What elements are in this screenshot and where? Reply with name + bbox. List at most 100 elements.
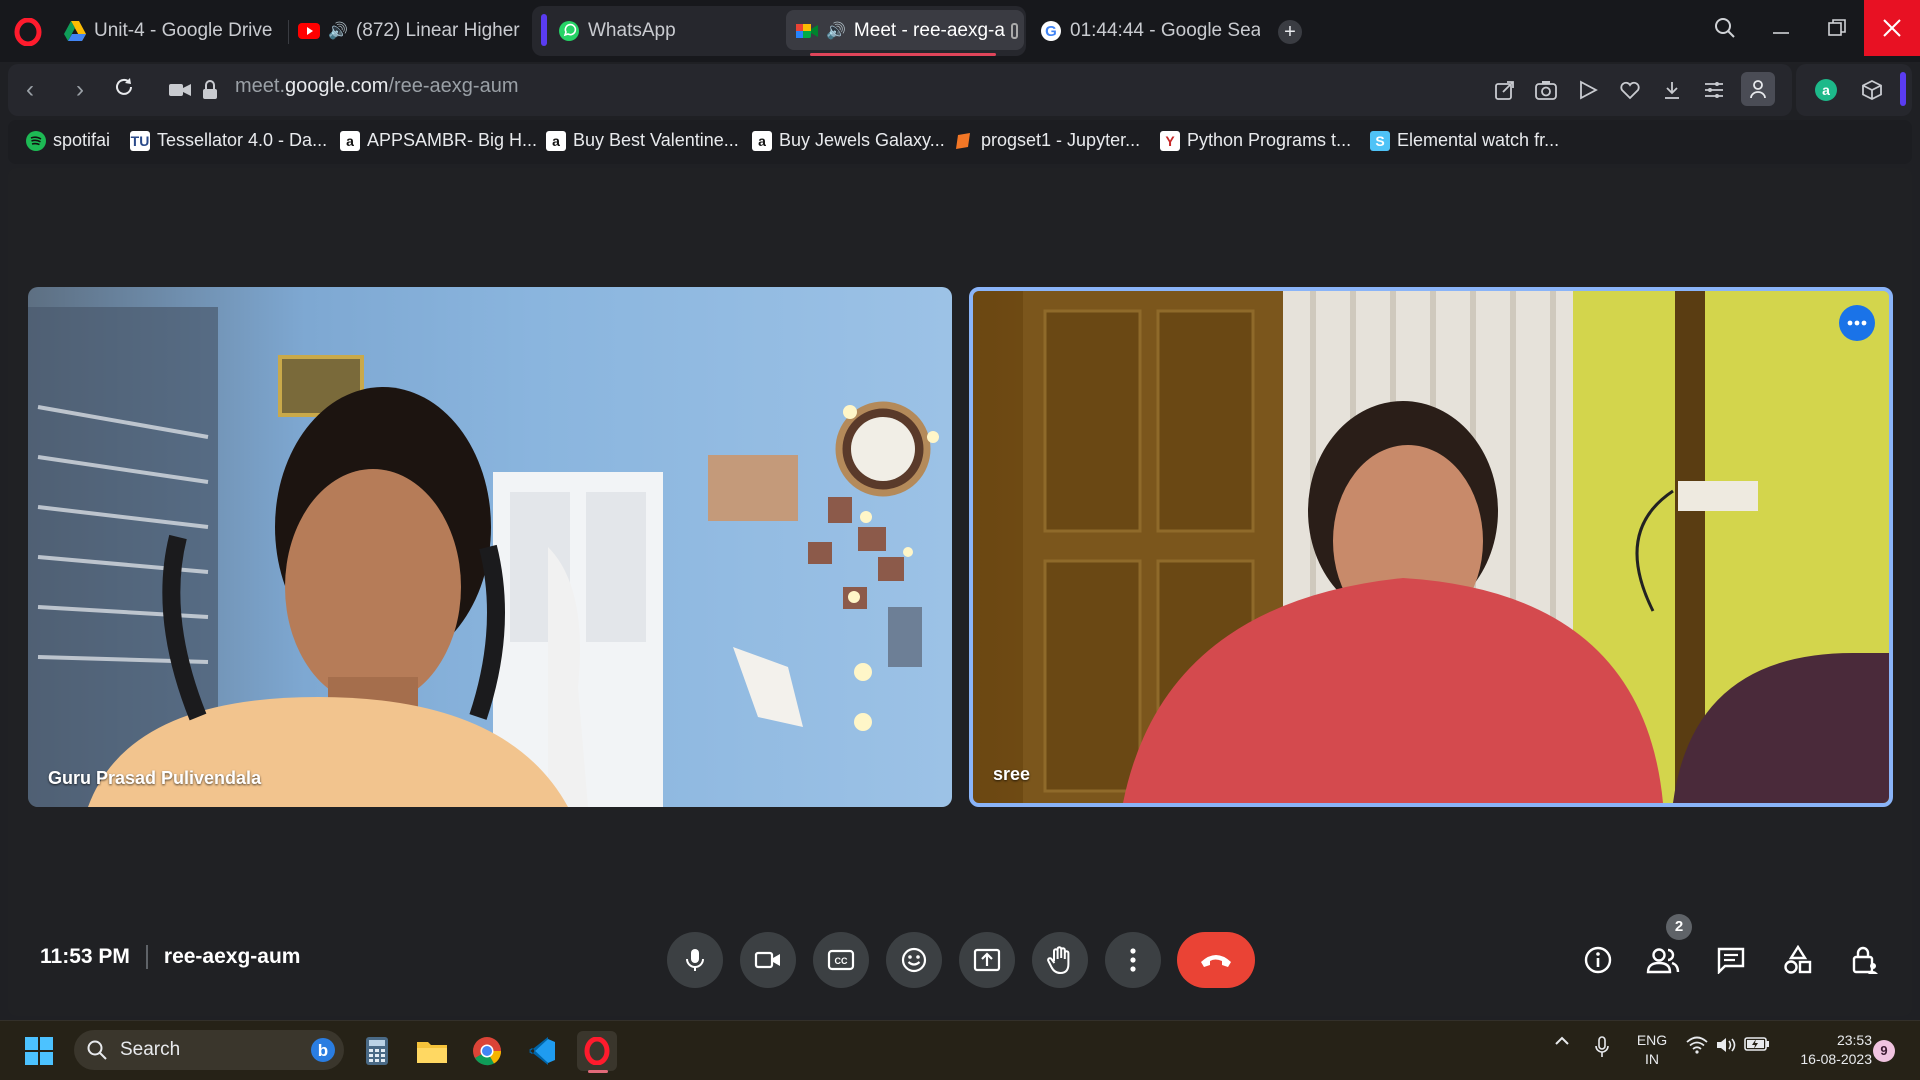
tab-meet[interactable]: 🔊 Meet - ree-aexg-a — [796, 10, 1018, 52]
elemental-icon: S — [1370, 130, 1390, 151]
search-tabs-icon[interactable] — [1697, 0, 1753, 56]
bookmark-python-programs[interactable]: Y Python Programs t... — [1160, 130, 1351, 151]
speaker-icon[interactable]: 🔊 — [328, 21, 348, 41]
send-icon[interactable] — [1574, 76, 1602, 104]
tab-snap-icon[interactable] — [1010, 23, 1018, 39]
minimize-button[interactable] — [1753, 0, 1809, 56]
bookmark-elemental[interactable]: S Elemental watch fr... — [1370, 130, 1559, 151]
extensions-cube-icon[interactable] — [1858, 76, 1886, 104]
wifi-icon[interactable] — [1684, 1036, 1710, 1054]
tab-group-indicator — [541, 14, 547, 46]
vertical-dots-icon — [1130, 948, 1136, 972]
active-app-indicator — [588, 1070, 608, 1073]
search-icon — [87, 1040, 107, 1060]
microphone-button[interactable] — [667, 932, 723, 988]
tab-separator — [288, 20, 289, 44]
google-drive-icon — [64, 20, 86, 42]
more-options-icon[interactable] — [1839, 305, 1875, 341]
camera-permission-icon[interactable] — [166, 76, 194, 104]
file-explorer-app-icon[interactable] — [412, 1031, 452, 1071]
participant-name: sree — [993, 764, 1031, 784]
language-indicator[interactable]: ENG IN — [1630, 1031, 1674, 1069]
more-options-button[interactable] — [1105, 932, 1161, 988]
bing-icon[interactable]: b — [310, 1037, 336, 1063]
present-button[interactable] — [959, 932, 1015, 988]
jupyter-icon — [954, 131, 974, 151]
chat-icon — [1717, 947, 1745, 974]
python-programs-icon: Y — [1160, 130, 1180, 151]
meeting-code: ree-aexg-aum — [163, 945, 301, 968]
tab-google-drive[interactable]: Unit-4 - Google Drive — [64, 10, 274, 52]
video-camera-icon — [754, 951, 780, 969]
captions-icon: CC — [827, 949, 855, 971]
microphone-tray-icon[interactable] — [1590, 1036, 1614, 1058]
reactions-button[interactable] — [886, 932, 942, 988]
meeting-details-button[interactable] — [1578, 940, 1618, 980]
tab-label: WhatsApp — [588, 20, 676, 41]
participant-tile-active-speaker[interactable]: sree — [969, 287, 1893, 807]
captions-button[interactable]: CC — [813, 932, 869, 988]
svg-text:b: b — [318, 1041, 328, 1060]
leave-call-button[interactable] — [1177, 932, 1255, 988]
calculator-app-icon[interactable] — [357, 1031, 397, 1071]
tab-label: (872) Linear Higher ( — [355, 20, 520, 41]
show-hidden-icons-chevron-icon[interactable] — [1551, 1036, 1573, 1046]
bookmark-tessellator[interactable]: TU Tessellator 4.0 - Da... — [130, 130, 327, 151]
tab-whatsapp[interactable]: WhatsApp — [558, 10, 758, 52]
active-tab-underline — [810, 53, 996, 56]
bookmark-valentine[interactable]: a Buy Best Valentine... — [546, 130, 739, 151]
restore-button[interactable] — [1809, 0, 1865, 56]
download-icon[interactable] — [1658, 76, 1686, 104]
microphone-icon — [686, 949, 704, 971]
snapshot-icon[interactable] — [1532, 76, 1560, 104]
whatsapp-icon — [558, 20, 580, 42]
back-button[interactable]: ‹ — [16, 76, 44, 104]
share-icon[interactable] — [1491, 76, 1519, 104]
profile-icon[interactable] — [1741, 72, 1775, 106]
volume-icon[interactable] — [1713, 1036, 1739, 1054]
bookmark-jewels[interactable]: a Buy Jewels Galaxy... — [752, 130, 945, 151]
emoji-icon — [901, 947, 927, 973]
reload-button[interactable] — [110, 76, 138, 104]
windows-start-icon[interactable] — [24, 1036, 54, 1066]
youtube-icon — [298, 20, 320, 42]
opera-logo-icon[interactable] — [14, 18, 42, 46]
bookmark-spotifai[interactable]: spotifai — [26, 130, 110, 151]
url-field[interactable]: meet.google.com/ree-aexg-aum — [235, 75, 519, 98]
bookmark-appsambr[interactable]: a APPSAMBR- Big H... — [340, 130, 537, 151]
lock-icon[interactable] — [196, 76, 224, 104]
forward-button[interactable]: › — [66, 76, 94, 104]
spotify-icon — [26, 130, 46, 151]
raise-hand-button[interactable] — [1032, 932, 1088, 988]
host-controls-button[interactable] — [1845, 940, 1885, 980]
tab-label: Meet - ree-aexg-a — [853, 20, 1005, 41]
tab-label: Unit-4 - Google Drive — [94, 20, 273, 41]
system-clock[interactable]: 23:53 16-08-2023 — [1780, 1031, 1872, 1069]
search-label: Search — [120, 1039, 181, 1060]
close-window-button[interactable] — [1864, 0, 1920, 56]
taskbar-search[interactable]: Search b — [74, 1030, 344, 1070]
amazon-icon: a — [340, 130, 360, 151]
heart-icon[interactable] — [1616, 76, 1644, 104]
present-screen-icon — [973, 948, 1001, 972]
activities-shapes-icon — [1784, 945, 1812, 974]
chat-button[interactable] — [1711, 940, 1751, 980]
notification-count-badge[interactable]: 9 — [1873, 1040, 1895, 1062]
new-tab-button[interactable]: + — [1278, 20, 1302, 44]
vscode-app-icon[interactable] — [522, 1031, 562, 1071]
tab-google-search[interactable]: G 01:44:44 - Google Searc — [1040, 10, 1260, 52]
chrome-app-icon[interactable] — [467, 1031, 507, 1071]
bookmark-jupyter[interactable]: progset1 - Jupyter... — [954, 130, 1140, 151]
activities-button[interactable] — [1778, 940, 1818, 980]
participant-tile[interactable]: Guru Prasad Pulivendala — [28, 287, 952, 807]
battery-charging-icon[interactable] — [1742, 1036, 1772, 1052]
people-button[interactable] — [1643, 940, 1683, 980]
svg-text:CC: CC — [835, 956, 848, 966]
tab-youtube[interactable]: 🔊 (872) Linear Higher ( — [298, 10, 520, 52]
speaker-icon[interactable]: 🔊 — [826, 21, 846, 41]
opera-app-icon[interactable] — [577, 1031, 617, 1071]
aria-icon[interactable]: a — [1812, 76, 1840, 104]
easy-setup-icon[interactable] — [1700, 76, 1728, 104]
camera-button[interactable] — [740, 932, 796, 988]
tessellator-icon: TU — [130, 130, 150, 151]
